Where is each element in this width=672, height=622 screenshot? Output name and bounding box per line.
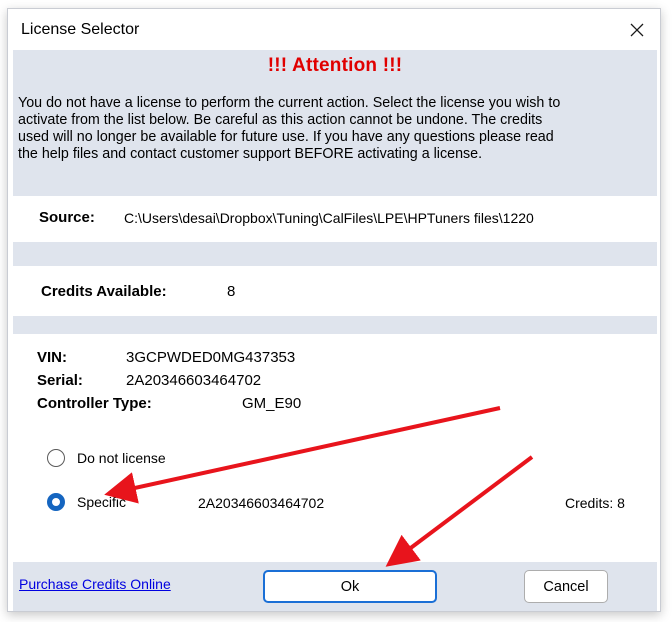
attention-heading: !!! Attention !!!	[267, 55, 403, 76]
specific-license-option[interactable]: Specific	[47, 491, 197, 513]
separator	[13, 242, 657, 266]
close-button[interactable]	[614, 9, 660, 50]
serial-value: 2A20346603464702	[126, 372, 262, 389]
controller-type-label: Controller Type:	[37, 395, 152, 412]
license-selector-dialog: License Selector !!! Attention !!! You d…	[7, 8, 661, 612]
attention-message: You do not have a license to perform the…	[18, 95, 653, 163]
attention-panel: !!! Attention !!! You do not have a lice…	[13, 50, 657, 190]
purchase-credits-link[interactable]: Purchase Credits Online	[19, 576, 171, 592]
do-not-license-option[interactable]: Do not license	[47, 448, 197, 468]
specific-license-label[interactable]: Specific	[77, 494, 126, 510]
source-row: Source: C:\Users\desai\Dropbox\Tuning\Ca…	[13, 196, 657, 242]
do-not-license-radio[interactable]	[47, 449, 65, 467]
credits-available-label: Credits Available:	[41, 283, 167, 300]
ok-button[interactable]: Ok	[263, 570, 437, 603]
cancel-button[interactable]: Cancel	[524, 570, 608, 603]
window-title: License Selector	[21, 21, 140, 38]
separator	[13, 316, 657, 334]
vin-value: 3GCPWDED0MG437353	[126, 349, 296, 366]
specific-license-radio[interactable]	[47, 493, 65, 511]
credits-row: Credits Available: 8	[13, 266, 657, 316]
attention-line: activate from the list below. Be careful…	[18, 112, 543, 128]
source-label: Source:	[39, 209, 95, 226]
credits-available-value: 8	[227, 283, 236, 300]
source-path: C:\Users\desai\Dropbox\Tuning\CalFiles\L…	[124, 210, 534, 226]
specific-license-credits: Credits: 8	[565, 495, 625, 511]
controller-type-value: GM_E90	[242, 395, 302, 412]
attention-line: the help files and contact customer supp…	[18, 146, 483, 162]
close-icon	[630, 23, 644, 36]
serial-label: Serial:	[37, 372, 83, 389]
do-not-license-label[interactable]: Do not license	[77, 450, 166, 466]
footer-bar: Purchase Credits Online Ok Cancel	[13, 562, 657, 611]
vin-label: VIN:	[37, 349, 67, 366]
attention-line: You do not have a license to perform the…	[18, 95, 561, 111]
specific-license-serial: 2A20346603464702	[198, 495, 325, 511]
license-details: VIN: 3GCPWDED0MG437353 Serial: 2A2034660…	[13, 334, 657, 562]
title-bar: License Selector	[8, 9, 660, 50]
attention-line: used will no longer be available for fut…	[18, 129, 554, 145]
